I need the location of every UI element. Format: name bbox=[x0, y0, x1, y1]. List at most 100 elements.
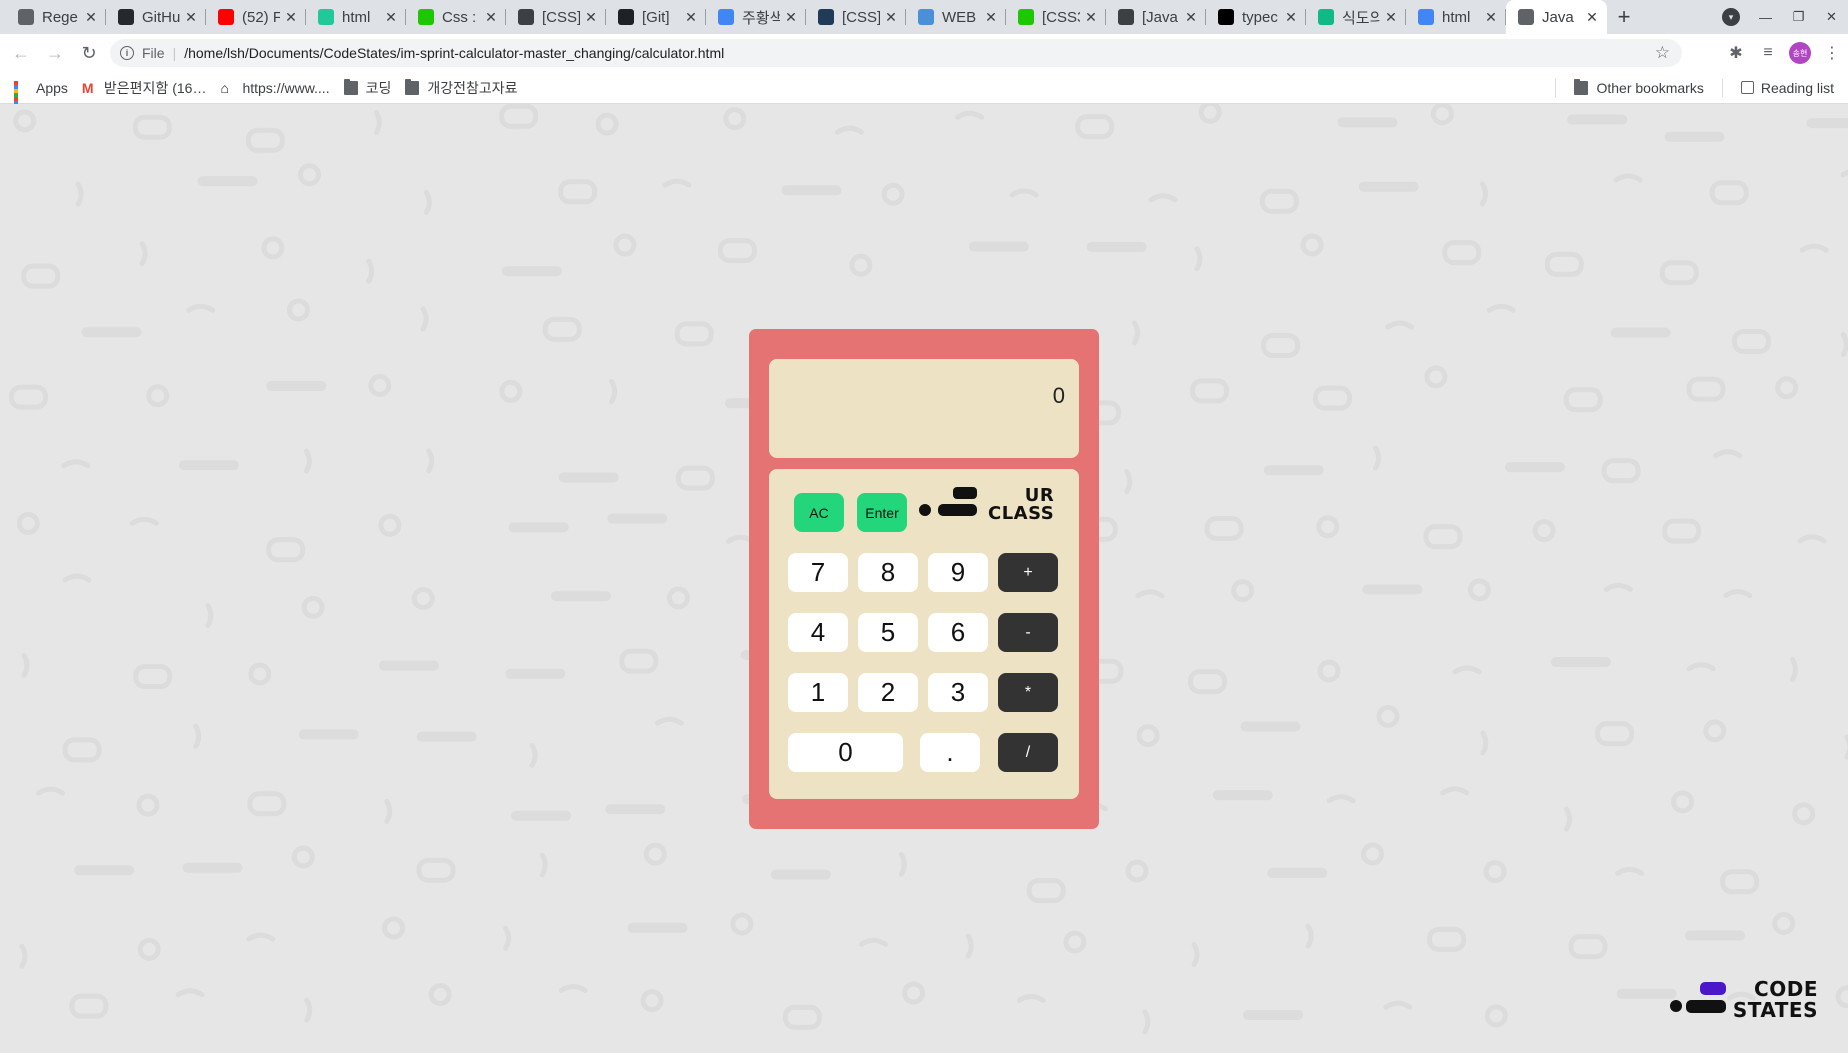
background-shape bbox=[1188, 669, 1228, 695]
browser-tab[interactable]: GitHu ✕ bbox=[106, 0, 206, 34]
site-info-icon[interactable]: i bbox=[120, 46, 134, 60]
background-shape bbox=[245, 127, 285, 153]
tab-close-icon[interactable]: ✕ bbox=[784, 9, 798, 26]
browser-tab[interactable]: 식도의 ✕ bbox=[1306, 0, 1406, 34]
background-shape bbox=[426, 448, 435, 474]
browser-tab[interactable]: WEB ✕ bbox=[906, 0, 1006, 34]
reading-list[interactable]: Reading list bbox=[1740, 80, 1834, 96]
browser-tab[interactable]: [Java ✕ bbox=[1106, 0, 1206, 34]
tab-search-icon[interactable]: ▾ bbox=[1722, 8, 1740, 26]
url-text[interactable]: /home/lsh/Documents/CodeStates/im-sprint… bbox=[184, 45, 724, 61]
digit-4-button[interactable]: 4 bbox=[788, 613, 848, 652]
tab-close-icon[interactable]: ✕ bbox=[284, 9, 298, 26]
tab-close-icon[interactable]: ✕ bbox=[484, 9, 498, 26]
velog-icon bbox=[318, 9, 334, 25]
tab-close-icon[interactable]: ✕ bbox=[384, 9, 398, 26]
digit-5-button[interactable]: 5 bbox=[858, 613, 918, 652]
tab-close-icon[interactable]: ✕ bbox=[984, 9, 998, 26]
background-shape bbox=[378, 660, 439, 671]
multiply-button[interactable]: * bbox=[998, 673, 1058, 712]
bookmark-gmail[interactable]: M 받은편지함 (16… bbox=[82, 78, 207, 98]
background-shape bbox=[1532, 519, 1556, 543]
bookmark-site[interactable]: ⌂ https://www.... bbox=[220, 80, 329, 96]
tab-close-icon[interactable]: ✕ bbox=[1284, 9, 1298, 26]
bookmark-folder-references[interactable]: 개강전참고자료 bbox=[405, 78, 518, 98]
tab-close-icon[interactable]: ✕ bbox=[84, 9, 98, 26]
browser-tab[interactable]: (52) F ✕ bbox=[206, 0, 306, 34]
divide-button[interactable]: / bbox=[998, 733, 1058, 772]
digit-2-button[interactable]: 2 bbox=[858, 673, 918, 712]
reading-list-icon bbox=[1740, 81, 1754, 94]
browser-tab[interactable]: html ✕ bbox=[1406, 0, 1506, 34]
background-shape bbox=[1305, 923, 1314, 949]
browser-tab[interactable]: typec ✕ bbox=[1206, 0, 1306, 34]
tab-close-icon[interactable]: ✕ bbox=[1184, 9, 1198, 26]
background-shape bbox=[428, 983, 452, 1007]
browser-tab[interactable]: html ✕ bbox=[306, 0, 406, 34]
enter-button[interactable]: Enter bbox=[857, 493, 907, 532]
reload-icon[interactable]: ↻ bbox=[76, 43, 102, 64]
menu-icon[interactable]: ⋮ bbox=[1816, 43, 1848, 63]
background-shape bbox=[1603, 582, 1633, 592]
forward-icon[interactable]: → bbox=[42, 43, 68, 64]
minimize-icon[interactable]: — bbox=[1749, 10, 1782, 25]
bookmark-star-icon[interactable]: ☆ bbox=[1655, 43, 1670, 63]
background-shape bbox=[1504, 462, 1565, 473]
tab-close-icon[interactable]: ✕ bbox=[1484, 9, 1498, 26]
tab-close-icon[interactable]: ✕ bbox=[1084, 9, 1098, 26]
bookmark-label: 개강전참고자료 bbox=[427, 79, 518, 96]
restore-icon[interactable]: ❐ bbox=[1782, 9, 1815, 25]
background-shape bbox=[1662, 518, 1702, 544]
background-shape bbox=[74, 865, 135, 876]
subtract-button[interactable]: - bbox=[998, 613, 1058, 652]
media-controls-icon[interactable]: ≡ bbox=[1752, 44, 1784, 62]
tab-close-icon[interactable]: ✕ bbox=[184, 9, 198, 26]
browser-tab[interactable]: [CSS] ✕ bbox=[806, 0, 906, 34]
background-shape bbox=[1799, 243, 1829, 253]
browser-tab[interactable]: [CSS3✕ bbox=[1006, 0, 1106, 34]
background-shape bbox=[1484, 1004, 1508, 1028]
background-shape bbox=[666, 586, 690, 610]
browser-tab[interactable]: [Git] ✕ bbox=[606, 0, 706, 34]
background-shape bbox=[770, 869, 831, 880]
browser-tab[interactable]: Java ✕ bbox=[1506, 0, 1607, 34]
back-icon[interactable]: ← bbox=[8, 43, 34, 64]
background-shape bbox=[505, 668, 566, 679]
digit-6-button[interactable]: 6 bbox=[928, 613, 988, 652]
tab-close-icon[interactable]: ✕ bbox=[1585, 9, 1599, 26]
url-scheme: File bbox=[142, 45, 165, 61]
bookmark-apps[interactable]: Apps bbox=[14, 80, 68, 117]
browser-tab[interactable]: Css : ✕ bbox=[406, 0, 506, 34]
window-controls: — ❐ ✕ bbox=[1749, 0, 1848, 34]
close-window-icon[interactable]: ✕ bbox=[1815, 9, 1848, 25]
background-shape bbox=[368, 373, 392, 397]
digit-7-button[interactable]: 7 bbox=[788, 553, 848, 592]
tab-close-icon[interactable]: ✕ bbox=[584, 9, 598, 26]
tab-close-icon[interactable]: ✕ bbox=[1384, 9, 1398, 26]
digit-0-button[interactable]: 0 bbox=[788, 733, 903, 772]
digit-3-button[interactable]: 3 bbox=[928, 673, 988, 712]
address-bar[interactable]: i File | /home/lsh/Documents/CodeStates/… bbox=[110, 39, 1682, 67]
tab-close-icon[interactable]: ✕ bbox=[684, 9, 698, 26]
bookmark-folder-coding[interactable]: 코딩 bbox=[343, 78, 391, 98]
digit-1-button[interactable]: 1 bbox=[788, 673, 848, 712]
background-shape bbox=[1124, 469, 1133, 495]
extensions-icon[interactable]: ✱ bbox=[1720, 43, 1752, 63]
decimal-button[interactable]: . bbox=[920, 733, 980, 772]
tab-title: 주황색 bbox=[742, 9, 780, 27]
digit-8-button[interactable]: 8 bbox=[858, 553, 918, 592]
tab-title: (52) F bbox=[242, 8, 280, 26]
background-shape bbox=[1723, 589, 1753, 598]
add-button[interactable]: + bbox=[998, 553, 1058, 592]
browser-tab[interactable]: 주황색 ✕ bbox=[706, 0, 806, 34]
digit-9-button[interactable]: 9 bbox=[928, 553, 988, 592]
browser-tab[interactable]: Rege ✕ bbox=[6, 0, 106, 34]
other-bookmarks[interactable]: Other bookmarks bbox=[1574, 78, 1704, 96]
new-tab-button[interactable]: + bbox=[1607, 0, 1641, 34]
tab-close-icon[interactable]: ✕ bbox=[884, 9, 898, 26]
background-shape bbox=[298, 729, 359, 740]
clear-button[interactable]: AC bbox=[794, 493, 844, 532]
browser-tab[interactable]: [CSS] ✕ bbox=[506, 0, 606, 34]
background-shape bbox=[373, 110, 382, 136]
profile-avatar[interactable]: 송현 bbox=[1784, 42, 1816, 64]
